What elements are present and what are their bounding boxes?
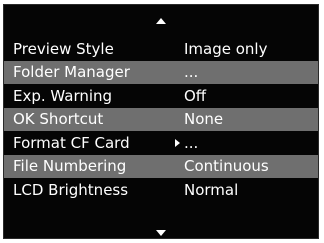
menu-item-label: File Numbering [13, 157, 127, 176]
scroll-up-button[interactable] [4, 9, 318, 33]
menu-item-label: Format CF Card [13, 133, 130, 152]
scroll-down-button[interactable] [4, 221, 318, 238]
menu-item-value: Normal [184, 180, 239, 199]
menu-item-label: Folder Manager [13, 63, 130, 82]
menu-item-exp-warning[interactable]: Exp. Warning Off [4, 84, 318, 108]
menu-item-value: ... [184, 63, 199, 82]
triangle-down-icon [156, 230, 166, 236]
triangle-right-icon [175, 138, 180, 147]
menu-item-preview-style[interactable]: Preview Style Image only [4, 37, 318, 61]
settings-menu: Preview Style Image only Folder Manager … [4, 37, 318, 202]
menu-item-format-cf-card[interactable]: Format CF Card ... [4, 131, 318, 155]
menu-item-value: Image only [184, 39, 268, 58]
menu-item-label: Preview Style [13, 39, 114, 58]
menu-item-folder-manager[interactable]: Folder Manager ... [4, 60, 318, 84]
menu-item-label: Exp. Warning [13, 86, 113, 105]
menu-item-value: Off [184, 86, 207, 105]
menu-screen: Preview Style Image only Folder Manager … [3, 4, 319, 239]
menu-item-label: OK Shortcut [13, 110, 104, 129]
menu-item-value: ... [184, 133, 199, 152]
menu-item-lcd-brightness[interactable]: LCD Brightness Normal [4, 178, 318, 202]
camera-lcd-frame: Preview Style Image only Folder Manager … [0, 0, 324, 243]
menu-item-ok-shortcut[interactable]: OK Shortcut None [4, 107, 318, 131]
menu-item-value: None [184, 110, 224, 129]
triangle-up-icon [156, 18, 166, 24]
menu-item-label: LCD Brightness [13, 180, 129, 199]
menu-item-value: Continuous [184, 157, 269, 176]
menu-item-file-numbering[interactable]: File Numbering Continuous [4, 154, 318, 178]
